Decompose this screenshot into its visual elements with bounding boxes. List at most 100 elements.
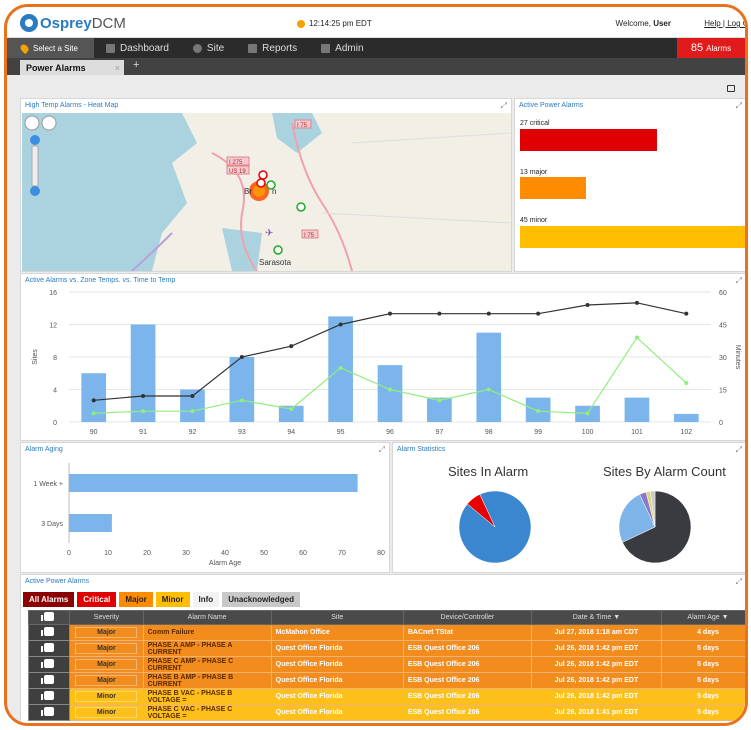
column-header[interactable]: Alarm Age ▼: [661, 610, 745, 625]
table-row[interactable]: Minor PHASE C VAC - PHASE C VOLTAGE = Qu…: [27, 704, 745, 721]
site-cell[interactable]: Quest Office Florida: [270, 640, 404, 657]
close-icon[interactable]: ×: [115, 63, 120, 73]
osprey-logo-icon: [20, 14, 38, 32]
select-site-button[interactable]: Select a Site: [7, 38, 94, 58]
nav-dashboard[interactable]: Dashboard: [94, 38, 181, 58]
severity-badge: Major: [75, 643, 138, 654]
logo[interactable]: Osprey DCM: [20, 14, 126, 32]
site-cell[interactable]: McMahon Office: [270, 624, 404, 641]
line-point: [141, 394, 146, 398]
aging-chart[interactable]: 0 10 20 30 40 50 60 70 80 Alarm Age 1 Week + 3 Days: [21, 443, 390, 573]
nav-site[interactable]: Site: [181, 38, 236, 58]
filter-all-alarms[interactable]: All Alarms: [23, 592, 75, 607]
zoom-out-icon[interactable]: [30, 186, 40, 196]
severity-cell: Minor: [69, 704, 144, 721]
clock-icon: [297, 19, 305, 28]
minor-bar[interactable]: [520, 226, 745, 248]
acknowledge-button[interactable]: [27, 624, 71, 641]
y2-tick-label: 45: [719, 323, 727, 330]
nav-label: Admin: [335, 42, 364, 54]
table-row[interactable]: Minor PHASE B VAC - PHASE B VOLTAGE = Qu…: [27, 688, 745, 705]
column-header[interactable]: Date & Time ▼: [530, 610, 663, 625]
filter-minor[interactable]: Minor: [155, 592, 190, 607]
acknowledge-button[interactable]: [27, 704, 71, 721]
site-marker[interactable]: [266, 180, 276, 190]
device-cell: ESB Quest Office 206: [402, 656, 532, 673]
nav-admin[interactable]: Admin: [309, 38, 375, 58]
y2-tick-label: 60: [719, 290, 727, 297]
expand-icon[interactable]: ⤢: [736, 101, 742, 111]
y2-axis-label: Minutes: [734, 345, 741, 370]
table-row[interactable]: Major Comm Failure McMahon Office BACnet…: [27, 624, 745, 641]
table-row[interactable]: Major PHASE B AMP - PHASE B CURRENT Ques…: [27, 672, 745, 689]
alarm-count-button[interactable]: 85 Alarms: [677, 38, 745, 58]
column-header[interactable]: Severity: [69, 610, 144, 625]
bar: [130, 324, 156, 422]
acknowledge-button[interactable]: [27, 656, 71, 673]
app-frame: Osprey DCM 12:14:25 pm EDT Welcome, User…: [4, 4, 748, 726]
user-name: User: [653, 19, 671, 28]
expand-icon[interactable]: ⤢: [736, 276, 742, 286]
panel-title: Alarm Aging: [25, 446, 63, 453]
minor-count-label: 45 minor: [520, 217, 548, 224]
thumbs-up-icon: [41, 627, 55, 636]
alarms-table-panel: Active Power Alarms ⤢ All Alarms Critical…: [20, 574, 745, 723]
expand-icon[interactable]: ⤢: [501, 101, 507, 111]
filter-critical[interactable]: Critical: [77, 592, 117, 607]
critical-bar[interactable]: [520, 129, 657, 151]
acknowledge-button[interactable]: [27, 640, 71, 657]
combo-chart[interactable]: 0 4 8 12 16 0 15 30 45 60 Sites Minutes 90 91 92 93 94 95…: [21, 274, 747, 441]
expand-icon[interactable]: ⤢: [379, 445, 385, 455]
major-bar[interactable]: [520, 177, 586, 199]
zoom-in-icon[interactable]: [30, 135, 40, 145]
alarm-marker[interactable]: [258, 170, 268, 180]
filter-major[interactable]: Major: [119, 592, 153, 607]
column-header[interactable]: Device/Controller: [402, 610, 532, 625]
site-cell[interactable]: Quest Office Florida: [270, 704, 404, 721]
severity-badge: Minor: [75, 707, 138, 718]
column-header[interactable]: Alarm Name: [142, 610, 272, 625]
severity-badge: Minor: [75, 691, 138, 702]
severity-cell: Major: [69, 672, 144, 689]
line-point: [684, 381, 689, 385]
table-row[interactable]: Major PHASE C AMP - PHASE C CURRENT Ques…: [27, 656, 745, 673]
age-cell: 5 days: [661, 672, 745, 689]
date-cell: Jul 26, 2018 1:42 pm EDT: [530, 672, 663, 689]
column-header[interactable]: Site: [270, 610, 404, 625]
filter-info[interactable]: Info: [192, 592, 220, 607]
locate-icon[interactable]: [41, 115, 57, 131]
thumbs-up-icon: [41, 691, 55, 700]
acknowledge-button[interactable]: [27, 672, 71, 689]
zoom-slider[interactable]: [31, 145, 39, 187]
help-logout-links[interactable]: Help | Log O: [704, 19, 745, 28]
filter-unacknowledged[interactable]: Unacknowledged: [222, 592, 300, 607]
expand-icon[interactable]: ⤢: [736, 445, 742, 455]
severity-badge: Major: [75, 675, 138, 686]
site-cell[interactable]: Quest Office Florida: [270, 656, 404, 673]
severity-cell: Minor: [69, 688, 144, 705]
tab-bar: Power Alarms × +: [7, 58, 745, 75]
ack-column-header[interactable]: [27, 610, 71, 625]
pie-charts[interactable]: [393, 443, 747, 573]
nav-reports[interactable]: Reports: [236, 38, 309, 58]
line-point: [486, 387, 491, 392]
location-pin-icon: [18, 42, 31, 54]
expand-icon[interactable]: ⤢: [736, 577, 742, 587]
site-marker[interactable]: [273, 245, 283, 255]
add-tab-button[interactable]: +: [124, 59, 148, 75]
alarm-count: 85: [690, 42, 704, 54]
site-cell[interactable]: Quest Office Florida: [270, 672, 404, 689]
map-label-i75-south: I 75: [304, 233, 315, 239]
acknowledge-button[interactable]: [27, 688, 71, 705]
map-label-bradenton-prefix: Br: [244, 187, 252, 196]
tab-power-alarms[interactable]: Power Alarms ×: [20, 60, 124, 75]
line-point: [486, 311, 491, 316]
heat-map[interactable]: I 275 US 19 I 75 I 75 Sarasota Br n ✈: [22, 113, 511, 271]
lock-icon[interactable]: [727, 85, 735, 92]
line-point: [338, 365, 343, 370]
site-cell[interactable]: Quest Office Florida: [270, 688, 404, 705]
site-marker[interactable]: [296, 202, 306, 212]
alarm-marker[interactable]: [256, 178, 266, 188]
table-row[interactable]: Major PHASE A AMP - PHASE A CURRENT Ques…: [27, 640, 745, 657]
layers-icon[interactable]: [24, 115, 40, 131]
